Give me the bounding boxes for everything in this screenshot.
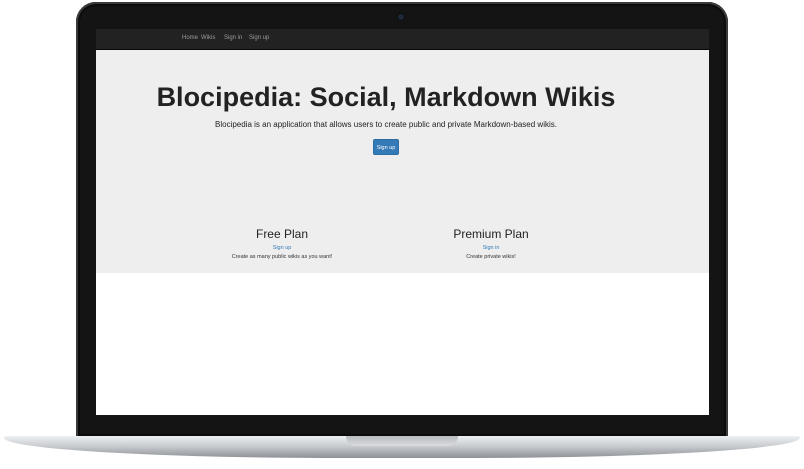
nav-link-home[interactable]: Home bbox=[182, 34, 198, 42]
page-title: Blocipedia: Social, Markdown Wikis bbox=[156, 82, 616, 112]
hero-description: Blocipedia is an application that allows… bbox=[215, 120, 557, 129]
premium-plan-description: Create private wikis! bbox=[466, 254, 516, 260]
browser-viewport: Home Wikis Sign in Sign up Blocipedia: S… bbox=[96, 29, 709, 415]
premium-plan-title: Premium Plan bbox=[453, 227, 529, 241]
premium-plan-sign-in-link[interactable]: Sign in bbox=[451, 245, 531, 252]
free-plan-title: Free Plan bbox=[255, 227, 309, 241]
nav-link-sign-in[interactable]: Sign in bbox=[224, 34, 242, 42]
camera-icon bbox=[397, 13, 405, 21]
free-plan-sign-up-link[interactable]: Sign up bbox=[242, 245, 322, 252]
top-navbar: Home Wikis Sign in Sign up bbox=[96, 29, 709, 50]
laptop-notch bbox=[346, 436, 458, 446]
free-plan-description: Create as many public wikis as you want! bbox=[231, 254, 333, 260]
sign-up-button[interactable]: Sign up bbox=[373, 139, 399, 155]
nav-link-wikis[interactable]: Wikis bbox=[201, 34, 215, 42]
jumbotron: Blocipedia: Social, Markdown Wikis Bloci… bbox=[96, 50, 709, 273]
nav-link-sign-up[interactable]: Sign up bbox=[249, 34, 269, 42]
